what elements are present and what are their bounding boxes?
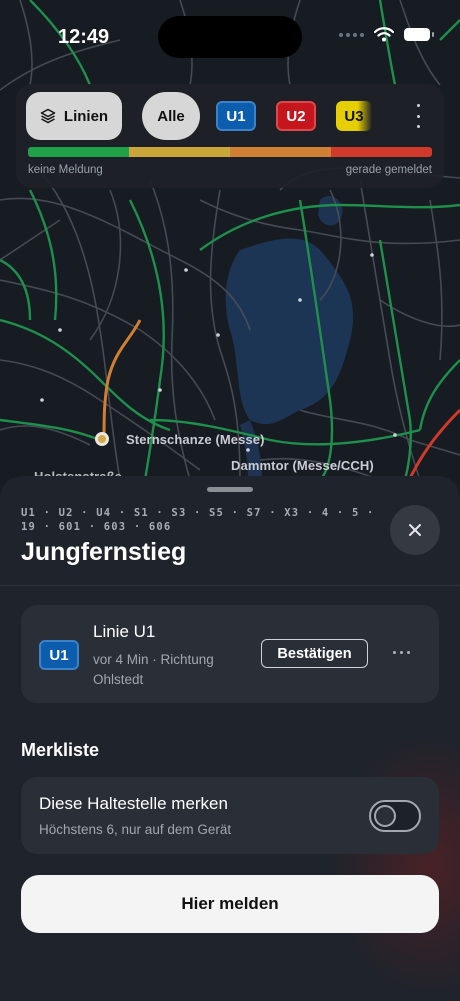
station-title: Jungfernstieg [21,538,187,566]
filter-chip-u1[interactable]: U1 [216,101,256,131]
line-filter-card: Linien Alle U1 U2 U3 keine Meldung gerad… [16,84,444,188]
cellular-signal-icon [339,32,364,37]
map-view[interactable]: Sternschanze (Messe) Dammtor (Messe/CCH)… [0,0,460,540]
toggle-knob [374,805,396,827]
report-here-button[interactable]: Hier melden [21,875,439,933]
watchlist-toggle[interactable] [369,800,421,832]
sheet-glow [330,736,460,996]
close-icon [409,524,421,536]
station-lines-list: U1 · U2 · U4 · S1 · S3 · S5 · S7 · X3 · … [21,507,375,533]
sheet-grabber[interactable] [207,487,253,492]
more-horizontal-icon[interactable] [393,651,410,654]
dynamic-island [158,16,302,58]
legend-left-label: keine Meldung [28,164,103,176]
watchlist-title: Diese Haltestelle merken [39,794,228,813]
station-bottom-sheet: U1 · U2 · U4 · S1 · S3 · S5 · S7 · X3 · … [0,476,460,1001]
report-title: Linie U1 [93,622,156,641]
report-age-legend-bar [28,147,432,157]
close-button[interactable] [390,505,440,555]
sheet-divider [0,585,460,586]
app-screen: Sternschanze (Messe) Dammtor (Messe/CCH)… [0,0,460,1001]
status-time: 12:49 [58,26,110,48]
lines-toggle-button[interactable]: Linien [26,92,122,140]
report-meta: vor 4 Min · Richtung Ohlstedt [93,652,214,687]
lines-toggle-label: Linien [63,107,109,125]
layers-icon [40,108,56,124]
watchlist-subtitle: Höchstens 6, nur auf dem Gerät [39,822,232,837]
filter-chip-u3[interactable]: U3 [336,101,372,131]
battery-icon [404,28,434,41]
line-badge-u1: U1 [39,640,79,670]
map-label-sternschanze[interactable]: Sternschanze (Messe) [126,432,265,447]
legend-right-label: gerade gemeldet [345,164,432,176]
filter-chip-u2[interactable]: U2 [276,101,316,131]
watchlist-section-title: Merkliste [21,740,100,760]
map-label-dammtor[interactable]: Dammtor (Messe/CCH) [231,458,374,473]
confirm-button[interactable]: Bestätigen [261,639,368,668]
map-canvas [0,0,460,540]
report-card: U1 Linie U1 vor 4 Min · Richtung Ohlsted… [21,605,439,703]
station-marker[interactable] [95,432,109,446]
status-icons [339,27,434,42]
wifi-icon [374,27,394,42]
filter-all-button[interactable]: Alle [142,92,200,140]
watchlist-card: Diese Haltestelle merken Höchstens 6, nu… [21,777,439,854]
more-vertical-icon[interactable] [414,104,422,128]
status-bar: 12:49 [0,0,460,60]
